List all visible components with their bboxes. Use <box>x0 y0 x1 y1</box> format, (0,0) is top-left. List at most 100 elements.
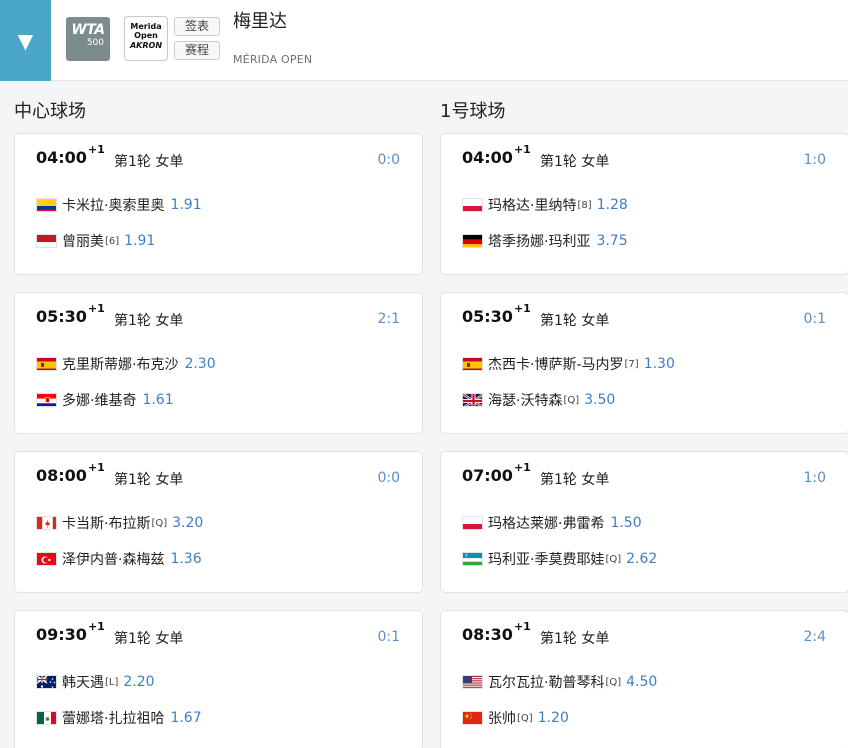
player-row[interactable]: 塔季扬娜·玛利亚 3.75 <box>462 230 628 252</box>
match-card[interactable]: 05:30+1 第1轮 女单 0:1 杰西卡·博萨斯-马内罗 [7] 1.30 … <box>440 292 848 434</box>
player-odds: 1.91 <box>170 197 202 213</box>
day-offset: +1 <box>87 461 105 474</box>
player-row[interactable]: 韩天遇 [L] 2.20 <box>36 671 155 693</box>
player-row[interactable]: 玛格达莱娜·弗雷希 1.50 <box>462 512 642 534</box>
match-card[interactable]: 07:00+1 第1轮 女单 1:0 玛格达莱娜·弗雷希 1.50 玛利亚·季莫… <box>440 451 848 593</box>
player-name: 卡米拉·奥索里奥 <box>62 198 165 214</box>
mexico-flag-icon <box>36 711 57 725</box>
match-card[interactable]: 05:30+1 第1轮 女单 2:1 克里斯蒂娜·布克沙 2.30 多娜·维基奇… <box>14 292 423 434</box>
day-offset: +1 <box>87 143 105 156</box>
match-score: 1:0 <box>803 470 826 486</box>
player-odds: 1.61 <box>142 392 174 408</box>
court-title: 中心球场 <box>14 101 86 122</box>
player-odds: 2.20 <box>123 674 155 690</box>
player-seed: [Q] <box>563 394 580 406</box>
player-name: 杰西卡·博萨斯-马内罗 <box>488 357 624 373</box>
player-name: 塔季扬娜·玛利亚 <box>488 234 591 250</box>
player-row[interactable]: 海瑟·沃特森 [Q] 3.50 <box>462 389 615 411</box>
player-seed: [L] <box>105 676 119 688</box>
poland-flag-icon <box>462 516 483 530</box>
australia-flag-icon <box>36 675 57 689</box>
player-seed: [Q] <box>151 517 168 529</box>
indonesia-flag-icon <box>36 234 57 248</box>
player-row[interactable]: 曾丽美 [6] 1.91 <box>36 230 155 252</box>
uzbekistan-flag-icon <box>462 552 483 566</box>
player-row[interactable]: 杰西卡·博萨斯-马内罗 [7] 1.30 <box>462 353 675 375</box>
day-offset: +1 <box>87 302 105 315</box>
player-row[interactable]: 张帅 [Q] 1.20 <box>462 707 569 729</box>
match-score: 2:4 <box>803 629 826 645</box>
player-odds: 1.28 <box>596 197 628 213</box>
schedule-button[interactable]: 赛程 <box>174 41 220 60</box>
player-seed: [Q] <box>605 676 622 688</box>
player-seed: [8] <box>577 199 592 211</box>
player-odds: 4.50 <box>626 674 658 690</box>
match-card[interactable]: 04:00+1 第1轮 女单 0:0 卡米拉·奥索里奥 1.91 曾丽美 [6]… <box>14 133 423 275</box>
player-row[interactable]: 玛利亚·季莫费耶娃 [Q] 2.62 <box>462 548 657 570</box>
day-offset: +1 <box>513 143 531 156</box>
player-name: 韩天遇 <box>62 675 104 691</box>
player-row[interactable]: 泽伊内普·森梅兹 1.36 <box>36 548 202 570</box>
croatia-flag-icon <box>36 393 57 407</box>
player-name: 蕾娜塔·扎拉祖哈 <box>62 711 165 727</box>
turkey-flag-icon <box>36 552 57 566</box>
match-card[interactable]: 08:00+1 第1轮 女单 0:0 卡当斯·布拉斯 [Q] 3.20 泽伊内普… <box>14 451 423 593</box>
player-row[interactable]: 卡米拉·奥索里奥 1.91 <box>36 194 202 216</box>
match-round: 第1轮 女单 <box>114 313 184 329</box>
player-row[interactable]: 蕾娜塔·扎拉祖哈 1.67 <box>36 707 202 729</box>
player-odds: 3.75 <box>596 233 628 249</box>
spain-flag-icon <box>36 357 57 371</box>
player-seed: [6] <box>105 235 120 247</box>
match-time: 05:30+1 <box>462 302 531 326</box>
player-name: 海瑟·沃特森 <box>488 393 563 409</box>
day-offset: +1 <box>513 620 531 633</box>
merida-open-logo: Merida Open AKRON <box>124 16 168 61</box>
player-seed: [Q] <box>517 712 533 724</box>
match-time: 08:30+1 <box>462 620 531 644</box>
match-round: 第1轮 女单 <box>540 631 610 647</box>
court-title: 1号球场 <box>440 101 506 122</box>
player-name: 玛格达·里纳特 <box>488 198 577 214</box>
day-offset: +1 <box>87 620 105 633</box>
player-row[interactable]: 多娜·维基奇 1.61 <box>36 389 174 411</box>
match-score: 1:0 <box>803 152 826 168</box>
match-round: 第1轮 女单 <box>114 631 184 647</box>
player-odds: 1.30 <box>643 356 675 372</box>
player-odds: 1.20 <box>537 710 569 726</box>
player-row[interactable]: 卡当斯·布拉斯 [Q] 3.20 <box>36 512 203 534</box>
wta-500-logo: WTA 500 <box>66 17 110 61</box>
player-odds: 1.67 <box>170 710 202 726</box>
tournament-subtitle: MÉRIDA OPEN <box>233 53 313 66</box>
player-row[interactable]: 玛格达·里纳特 [8] 1.28 <box>462 194 628 216</box>
player-odds: 1.36 <box>170 551 202 567</box>
match-time: 04:00+1 <box>36 143 105 167</box>
match-time: 08:00+1 <box>36 461 105 485</box>
match-card[interactable]: 04:00+1 第1轮 女单 1:0 玛格达·里纳特 [8] 1.28 塔季扬娜… <box>440 133 848 275</box>
player-name: 卡当斯·布拉斯 <box>62 516 151 532</box>
player-name: 瓦尔瓦拉·勒普琴科 <box>488 675 605 691</box>
canada-flag-icon <box>36 516 57 530</box>
match-score: 0:0 <box>377 470 400 486</box>
draw-button[interactable]: 签表 <box>174 17 220 36</box>
player-name: 玛格达莱娜·弗雷希 <box>488 516 605 532</box>
germany-flag-icon <box>462 234 483 248</box>
player-row[interactable]: 克里斯蒂娜·布克沙 2.30 <box>36 353 216 375</box>
match-score: 0:1 <box>377 629 400 645</box>
player-name: 克里斯蒂娜·布克沙 <box>62 357 179 373</box>
player-odds: 1.50 <box>610 515 642 531</box>
day-offset: +1 <box>513 461 531 474</box>
match-card[interactable]: 08:30+1 第1轮 女单 2:4 瓦尔瓦拉·勒普琴科 [Q] 4.50 张帅… <box>440 610 848 748</box>
player-name: 泽伊内普·森梅兹 <box>62 552 165 568</box>
player-row[interactable]: 瓦尔瓦拉·勒普琴科 [Q] 4.50 <box>462 671 657 693</box>
match-time: 05:30+1 <box>36 302 105 326</box>
colombia-flag-icon <box>36 198 57 212</box>
tournament-header: ▼ WTA 500 Merida Open AKRON 签表 赛程 梅里达 MÉ… <box>0 0 848 81</box>
collapse-toggle-button[interactable]: ▼ <box>0 0 51 81</box>
match-card[interactable]: 09:30+1 第1轮 女单 0:1 韩天遇 [L] 2.20 蕾娜塔·扎拉祖哈… <box>14 610 423 748</box>
match-time: 07:00+1 <box>462 461 531 485</box>
match-time: 09:30+1 <box>36 620 105 644</box>
match-score: 0:1 <box>803 311 826 327</box>
spain-flag-icon <box>462 357 483 371</box>
player-odds: 2.62 <box>626 551 658 567</box>
player-name: 多娜·维基奇 <box>62 393 137 409</box>
